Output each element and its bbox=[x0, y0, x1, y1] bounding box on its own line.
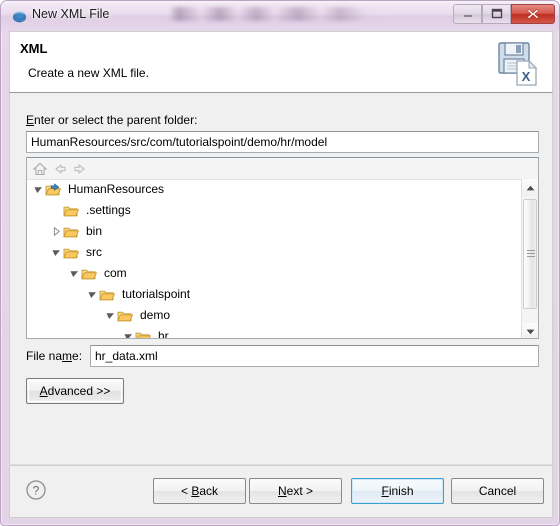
title-bar[interactable]: New XML File bbox=[1, 1, 559, 31]
tree-item-dot-settings[interactable]: .settings bbox=[27, 200, 524, 221]
scroll-up-arrow[interactable] bbox=[522, 179, 538, 196]
tree-item-label: hr bbox=[158, 329, 169, 339]
parent-folder-value: HumanResources/src/com/tutorialspoint/de… bbox=[31, 135, 328, 149]
tree-scrollbar[interactable] bbox=[521, 179, 538, 338]
tree-item-label: com bbox=[104, 266, 127, 280]
parent-folder-label: Enter or select the parent folder: bbox=[26, 113, 197, 127]
tree-item-src[interactable]: src bbox=[27, 242, 524, 263]
tree-item-label: bin bbox=[86, 224, 103, 238]
next-label-mnemonic: N bbox=[277, 484, 287, 498]
parent-folder-input[interactable]: HumanResources/src/com/tutorialspoint/de… bbox=[26, 131, 539, 153]
file-name-label-post: e: bbox=[72, 349, 83, 363]
file-name-value: hr_data.xml bbox=[95, 349, 158, 363]
back-label-post: ack bbox=[199, 484, 219, 498]
tree-item-label: HumanResources bbox=[68, 182, 165, 196]
window-title: New XML File bbox=[32, 7, 110, 21]
file-name-label-mnemonic: m bbox=[62, 349, 73, 363]
folder-icon bbox=[63, 245, 80, 261]
folder-icon bbox=[63, 203, 80, 219]
maximize-icon bbox=[483, 5, 510, 23]
minimize-icon bbox=[454, 5, 481, 23]
finish-label-mnemonic: F bbox=[381, 484, 389, 498]
finish-label-post: inish bbox=[388, 484, 414, 498]
scroll-down-arrow[interactable] bbox=[522, 323, 538, 338]
finish-button[interactable]: Finish bbox=[351, 478, 444, 504]
project-folder-icon bbox=[45, 182, 62, 198]
twisty-placeholder bbox=[51, 205, 62, 216]
file-name-label-pre: File na bbox=[26, 349, 63, 363]
tree-item-demo[interactable]: demo bbox=[27, 305, 524, 326]
advanced-label-post: dvanced >> bbox=[47, 384, 111, 398]
folder-icon bbox=[81, 266, 98, 282]
tree-item-bin[interactable]: bin bbox=[27, 221, 524, 242]
advanced-label-mnemonic: A bbox=[39, 384, 48, 398]
home-icon[interactable] bbox=[32, 161, 48, 177]
folder-icon bbox=[135, 329, 152, 338]
file-name-label: File name: bbox=[26, 349, 82, 363]
tree-item-label: tutorialspoint bbox=[122, 287, 191, 301]
maximize-button[interactable] bbox=[482, 4, 511, 24]
scrollbar-grip-icon bbox=[527, 250, 535, 258]
page-description: Create a new XML file. bbox=[28, 66, 149, 80]
next-label-post: ext > bbox=[286, 484, 314, 498]
advanced-button-label: Advanced >> bbox=[40, 384, 111, 398]
twisty-expanded-icon[interactable] bbox=[69, 268, 80, 279]
glass-background-blur bbox=[169, 7, 399, 21]
cancel-button[interactable]: Cancel bbox=[451, 478, 544, 504]
tree-item-HumanResources[interactable]: HumanResources bbox=[27, 179, 524, 200]
back-label-pre: < bbox=[180, 484, 192, 498]
twisty-collapsed-icon[interactable] bbox=[51, 226, 62, 237]
svg-text:X: X bbox=[522, 69, 531, 84]
tree-item-hr[interactable]: hr bbox=[27, 326, 524, 339]
tree-item-com[interactable]: com bbox=[27, 263, 524, 284]
minimize-button[interactable] bbox=[453, 4, 482, 24]
advanced-button[interactable]: Advanced >> bbox=[26, 378, 124, 404]
finish-button-label: Finish bbox=[381, 484, 413, 498]
twisty-expanded-icon[interactable] bbox=[33, 184, 44, 195]
back-button-label: < Back bbox=[181, 484, 218, 498]
page-title: XML bbox=[20, 41, 48, 56]
folder-icon bbox=[63, 224, 80, 240]
next-button[interactable]: Next > bbox=[249, 478, 342, 504]
dialog-body: Enter or select the parent folder: Human… bbox=[9, 93, 553, 464]
twisty-expanded-icon[interactable] bbox=[51, 247, 62, 258]
back-button[interactable]: < Back bbox=[153, 478, 246, 504]
tree-item-tutorialspoint[interactable]: tutorialspoint bbox=[27, 284, 524, 305]
scrollbar-thumb[interactable] bbox=[523, 199, 537, 309]
dialog-header: XML Create a new XML file. X bbox=[9, 31, 553, 93]
twisty-expanded-icon[interactable] bbox=[87, 289, 98, 300]
back-arrow-icon[interactable] bbox=[52, 161, 68, 177]
folder-icon bbox=[99, 287, 116, 303]
next-button-label: Next > bbox=[278, 484, 313, 498]
eclipse-globe-icon bbox=[12, 9, 27, 24]
forward-arrow-icon[interactable] bbox=[72, 161, 88, 177]
folder-icon bbox=[117, 308, 134, 324]
close-button[interactable] bbox=[511, 4, 555, 24]
xml-file-save-icon: X bbox=[491, 37, 543, 89]
tree-toolbar bbox=[27, 158, 538, 180]
twisty-expanded-icon[interactable] bbox=[105, 310, 116, 321]
tree-item-label: demo bbox=[140, 308, 171, 322]
close-icon bbox=[512, 5, 554, 23]
help-icon[interactable]: ? bbox=[25, 479, 47, 501]
tree-item-label: src bbox=[86, 245, 102, 259]
parent-folder-label-rest: nter or select the parent folder: bbox=[34, 113, 198, 127]
parent-folder-label-mnemonic: E bbox=[26, 113, 35, 127]
tree-item-label: .settings bbox=[86, 203, 131, 217]
dialog-window: New XML File XML Create a new XML file. … bbox=[0, 0, 560, 526]
tree-items[interactable]: HumanResources .settings bin src com tutorial… bbox=[27, 179, 524, 339]
file-name-input[interactable]: hr_data.xml bbox=[90, 345, 539, 367]
folder-tree[interactable]: HumanResources .settings bin src com tutorial… bbox=[26, 157, 539, 339]
twisty-expanded-icon[interactable] bbox=[123, 331, 134, 338]
cancel-button-label: Cancel bbox=[478, 484, 517, 498]
svg-text:?: ? bbox=[33, 484, 40, 498]
dialog-button-bar: ? < Back Next > Finish Cancel bbox=[9, 464, 553, 518]
